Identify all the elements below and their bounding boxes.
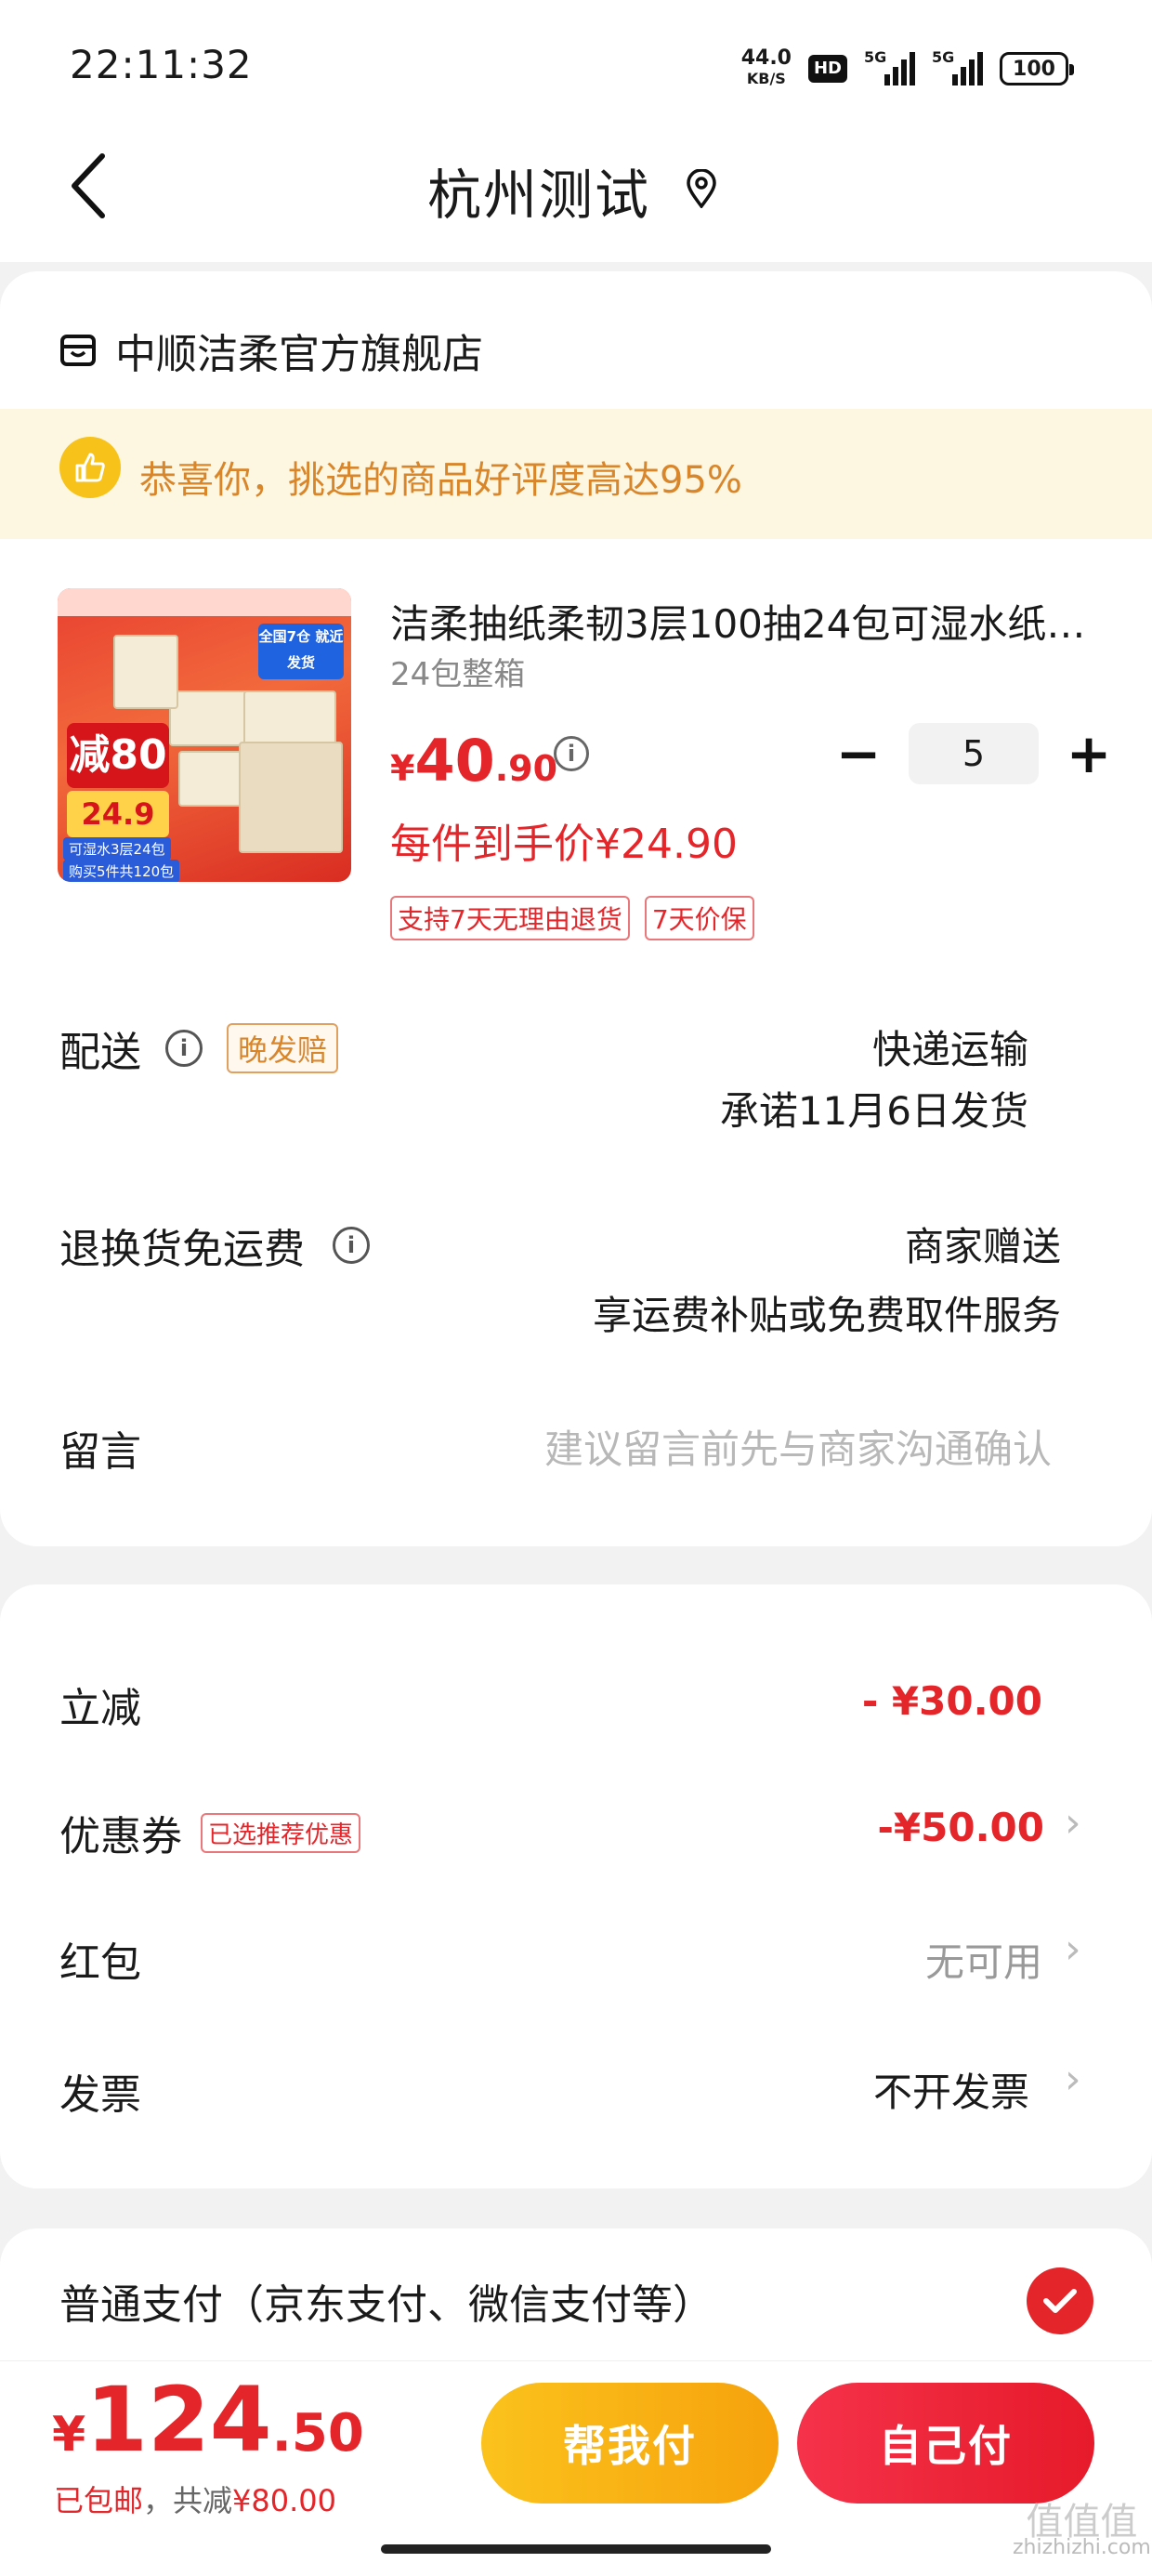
discount-label: 立减 — [59, 1685, 141, 1732]
free-shipping: 已包邮 — [54, 2483, 144, 2518]
status-icons: 44.0 KB/S HD 5G 5G 100 — [740, 46, 1074, 89]
signal-icon: 5G — [864, 48, 915, 85]
product-image-foot1: 可湿水3层24包 — [63, 837, 171, 861]
saved-amount: ¥80.00 — [232, 2483, 336, 2518]
store-icon — [60, 335, 96, 366]
product-price: ¥ 40 .90 — [390, 727, 558, 795]
product-image[interactable]: 全国7仓 就近发货 减80 24.9 可湿水3层24包 购买5件共120包 — [58, 588, 351, 882]
coupon-value[interactable]: -¥50.00 — [877, 1805, 1044, 1850]
late-compensation-badge: 晚发赔 — [227, 1023, 339, 1073]
invoice-value[interactable]: 不开发票 — [873, 2061, 1029, 2118]
signal-icon-2: 5G — [932, 48, 983, 85]
store-name: 中顺洁柔官方旗舰店 — [115, 331, 483, 378]
rating-banner-text: 恭喜你，挑选的商品好评度高达95% — [139, 459, 742, 502]
product-image-sale: 减80 — [67, 723, 169, 788]
checkmark-icon[interactable] — [1027, 2267, 1093, 2334]
redpack-value[interactable]: 无可用 — [925, 1931, 1042, 1988]
total-price: ¥ 124 .50 — [52, 2368, 364, 2472]
product-spec: 24包整箱 — [390, 656, 526, 693]
discount-value: - ¥30.00 — [861, 1678, 1042, 1724]
message-label: 留言 — [59, 1428, 141, 1476]
total-summary: 已包邮，共减¥80.00 — [54, 2483, 336, 2518]
product-image-price: 24.9 — [67, 791, 169, 837]
return-desc: 享运费补贴或免费取件服务 — [592, 1293, 1061, 1338]
help-pay-button[interactable]: 帮我付 — [481, 2383, 779, 2504]
service-tags: 支持7天无理由退货 7天价保 — [390, 896, 754, 940]
watermark: 值值值 zhizhizhi.com — [1013, 2501, 1151, 2559]
price-info-icon[interactable]: i — [554, 736, 589, 771]
hd-icon: HD — [807, 55, 847, 83]
product-image-tag: 全国7仓 就近发货 — [258, 624, 344, 679]
delivery-promise: 承诺11月6日发货 — [719, 1088, 1028, 1134]
invoice-chevron-icon: › — [1065, 2056, 1081, 2103]
delivery-method[interactable]: 快递运输 — [872, 1019, 1028, 1075]
payment-method[interactable]: 普通支付（京东支付、微信支付等） — [59, 2271, 713, 2331]
delivery-info-icon[interactable]: i — [165, 1030, 203, 1067]
invoice-label: 发票 — [59, 2071, 141, 2119]
tag-return: 支持7天无理由退货 — [390, 896, 630, 940]
redpack-chevron-icon: › — [1065, 1925, 1081, 1973]
delivery-label: 配送 — [59, 1029, 141, 1076]
product-image-foot2: 购买5件共120包 — [63, 860, 180, 882]
page-title: 杭州测试 — [426, 164, 650, 227]
final-unit-price: 每件到手价¥24.90 — [390, 821, 738, 868]
thumbs-up-icon — [59, 437, 121, 498]
return-value: 商家赠送 — [904, 1224, 1061, 1269]
quantity-stepper: − 5 + — [831, 723, 1117, 784]
coupon-chevron-icon: › — [1065, 1799, 1081, 1847]
delivery-row: 配送 i 晚发赔 — [59, 1019, 339, 1078]
product-title[interactable]: 洁柔抽纸柔韧3层100抽24包可湿水纸巾餐巾纸卫生纸 — [390, 593, 1096, 650]
increase-button[interactable]: + — [1061, 726, 1117, 782]
message-input[interactable]: 建议留言前先与商家沟通确认 — [544, 1418, 1052, 1475]
battery-icon: 100 — [1000, 52, 1074, 85]
coupon-badge: 已选推荐优惠 — [201, 1812, 361, 1853]
home-indicator[interactable] — [381, 2544, 771, 2554]
redpack-label: 红包 — [59, 1939, 141, 1987]
header: 杭州测试 — [0, 121, 1152, 262]
store-row[interactable]: 中顺洁柔官方旗舰店 — [59, 321, 483, 380]
quantity-value[interactable]: 5 — [909, 723, 1039, 784]
return-info-icon[interactable]: i — [333, 1227, 370, 1264]
decrease-button[interactable]: − — [831, 726, 886, 782]
coupon-label: 优惠券 — [59, 1813, 182, 1860]
return-label: 退换货免运费 — [59, 1226, 305, 1273]
return-row: 退换货免运费 i — [59, 1216, 370, 1275]
status-time: 22:11:32 — [70, 42, 253, 87]
tag-price-protect: 7天价保 — [644, 896, 754, 940]
coupon-row[interactable]: 优惠券 已选推荐优惠 — [59, 1803, 361, 1862]
net-speed: 44.0 KB/S — [740, 46, 792, 88]
self-pay-button[interactable]: 自己付 — [797, 2383, 1094, 2504]
location-pin-icon[interactable] — [686, 169, 717, 208]
